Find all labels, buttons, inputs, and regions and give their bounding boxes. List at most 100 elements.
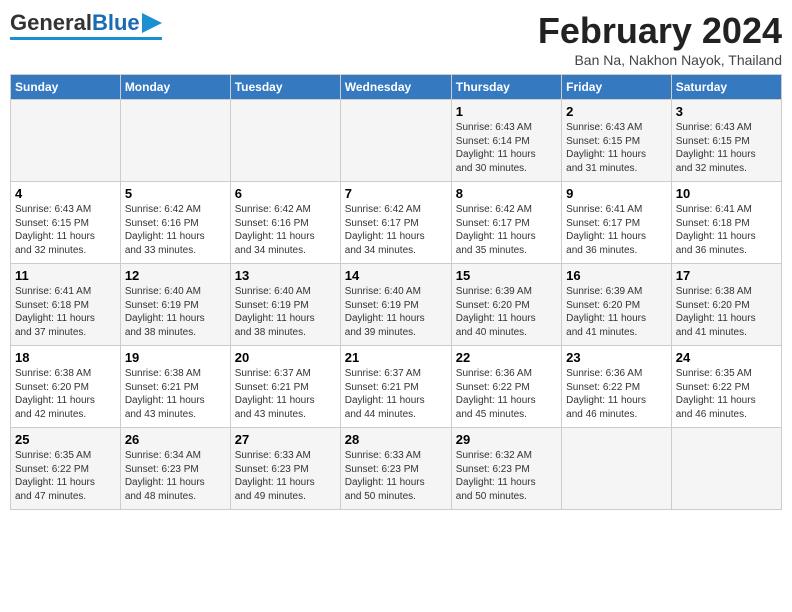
day-number: 22 [456, 350, 557, 365]
calendar-cell: 22 Sunrise: 6:36 AM Sunset: 6:22 PM Dayli… [451, 346, 561, 428]
calendar-cell: 18Sunrise: 6:38 AM Sunset: 6:20 PM Dayli… [11, 346, 121, 428]
calendar-cell [120, 100, 230, 182]
calendar-cell: 20 Sunrise: 6:37 AM Sunset: 6:21 PM Dayli… [230, 346, 340, 428]
day-info: Sunrise: 6:42 AM Sunset: 6:17 PM Dayligh… [456, 203, 557, 257]
day-info: Sunrise: 6:35 AM Sunset: 6:22 PM Dayligh… [15, 449, 116, 503]
day-number: 20 [235, 350, 336, 365]
day-number: 4 [15, 186, 116, 201]
col-header-monday: Monday [120, 75, 230, 100]
calendar-cell: 15 Sunrise: 6:39 AM Sunset: 6:20 PM Dayli… [451, 264, 561, 346]
calendar-table: SundayMondayTuesdayWednesdayThursdayFrid… [10, 74, 782, 510]
calendar-cell: 27 Sunrise: 6:33 AM Sunset: 6:23 PM Dayli… [230, 428, 340, 510]
calendar-cell: 11 Sunrise: 6:41 AM Sunset: 6:18 PM Dayli… [11, 264, 121, 346]
col-header-sunday: Sunday [11, 75, 121, 100]
day-number: 11 [15, 268, 116, 283]
calendar-cell: 12 Sunrise: 6:40 AM Sunset: 6:19 PM Dayli… [120, 264, 230, 346]
day-info: Sunrise: 6:33 AM Sunset: 6:23 PM Dayligh… [345, 449, 447, 503]
day-info: Sunrise: 6:41 AM Sunset: 6:18 PM Dayligh… [15, 285, 116, 339]
day-number: 29 [456, 432, 557, 447]
day-number: 3 [676, 104, 777, 119]
day-info: Sunrise: 6:35 AM Sunset: 6:22 PM Dayligh… [676, 367, 777, 421]
day-info: Sunrise: 6:42 AM Sunset: 6:16 PM Dayligh… [125, 203, 226, 257]
calendar-cell [230, 100, 340, 182]
calendar-cell: 9 Sunrise: 6:41 AM Sunset: 6:17 PM Daylig… [562, 182, 672, 264]
day-info: Sunrise: 6:41 AM Sunset: 6:17 PM Dayligh… [566, 203, 667, 257]
day-number: 14 [345, 268, 447, 283]
day-number: 13 [235, 268, 336, 283]
day-number: 25 [15, 432, 116, 447]
day-number: 6 [235, 186, 336, 201]
calendar-cell: 21 Sunrise: 6:37 AM Sunset: 6:21 PM Dayli… [340, 346, 451, 428]
calendar-cell: 17 Sunrise: 6:38 AM Sunset: 6:20 PM Dayli… [671, 264, 781, 346]
day-info: Sunrise: 6:42 AM Sunset: 6:17 PM Dayligh… [345, 203, 447, 257]
calendar-cell: 29 Sunrise: 6:32 AM Sunset: 6:23 PM Dayli… [451, 428, 561, 510]
col-header-wednesday: Wednesday [340, 75, 451, 100]
calendar-cell: 25 Sunrise: 6:35 AM Sunset: 6:22 PM Dayli… [11, 428, 121, 510]
page-header: GeneralBlue February 2024 Ban Na, Nakhon… [10, 10, 782, 68]
day-number: 2 [566, 104, 667, 119]
calendar-cell: 13 Sunrise: 6:40 AM Sunset: 6:19 PM Dayli… [230, 264, 340, 346]
day-number: 12 [125, 268, 226, 283]
day-number: 16 [566, 268, 667, 283]
day-info: Sunrise: 6:43 AM Sunset: 6:14 PM Dayligh… [456, 121, 557, 175]
day-info: Sunrise: 6:33 AM Sunset: 6:23 PM Dayligh… [235, 449, 336, 503]
day-number: 7 [345, 186, 447, 201]
calendar-cell: 4 Sunrise: 6:43 AM Sunset: 6:15 PM Daylig… [11, 182, 121, 264]
day-number: 1 [456, 104, 557, 119]
calendar-cell [340, 100, 451, 182]
day-number: 21 [345, 350, 447, 365]
day-info: Sunrise: 6:40 AM Sunset: 6:19 PM Dayligh… [235, 285, 336, 339]
calendar-cell: 8Sunrise: 6:42 AM Sunset: 6:17 PM Daylig… [451, 182, 561, 264]
title-area: February 2024 Ban Na, Nakhon Nayok, Thai… [538, 10, 782, 68]
logo-general: GeneralBlue [10, 10, 140, 36]
calendar-cell: 10 Sunrise: 6:41 AM Sunset: 6:18 PM Dayli… [671, 182, 781, 264]
day-info: Sunrise: 6:36 AM Sunset: 6:22 PM Dayligh… [456, 367, 557, 421]
day-info: Sunrise: 6:43 AM Sunset: 6:15 PM Dayligh… [676, 121, 777, 175]
day-info: Sunrise: 6:41 AM Sunset: 6:18 PM Dayligh… [676, 203, 777, 257]
calendar-cell: 19 Sunrise: 6:38 AM Sunset: 6:21 PM Dayli… [120, 346, 230, 428]
day-info: Sunrise: 6:37 AM Sunset: 6:21 PM Dayligh… [345, 367, 447, 421]
location: Ban Na, Nakhon Nayok, Thailand [538, 52, 782, 68]
day-info: Sunrise: 6:38 AM Sunset: 6:21 PM Dayligh… [125, 367, 226, 421]
day-info: Sunrise: 6:39 AM Sunset: 6:20 PM Dayligh… [566, 285, 667, 339]
day-number: 27 [235, 432, 336, 447]
day-info: Sunrise: 6:38 AM Sunset: 6:20 PM Dayligh… [676, 285, 777, 339]
calendar-cell: 16 Sunrise: 6:39 AM Sunset: 6:20 PM Dayli… [562, 264, 672, 346]
logo: GeneralBlue [10, 10, 162, 40]
day-number: 15 [456, 268, 557, 283]
day-number: 17 [676, 268, 777, 283]
col-header-thursday: Thursday [451, 75, 561, 100]
col-header-friday: Friday [562, 75, 672, 100]
logo-arrow-icon [142, 13, 162, 33]
col-header-saturday: Saturday [671, 75, 781, 100]
calendar-cell: 6Sunrise: 6:42 AM Sunset: 6:16 PM Daylig… [230, 182, 340, 264]
day-number: 28 [345, 432, 447, 447]
calendar-cell: 24 Sunrise: 6:35 AM Sunset: 6:22 PM Dayli… [671, 346, 781, 428]
calendar-cell: 14 Sunrise: 6:40 AM Sunset: 6:19 PM Dayli… [340, 264, 451, 346]
day-number: 9 [566, 186, 667, 201]
calendar-cell: 23 Sunrise: 6:36 AM Sunset: 6:22 PM Dayli… [562, 346, 672, 428]
day-info: Sunrise: 6:34 AM Sunset: 6:23 PM Dayligh… [125, 449, 226, 503]
day-number: 23 [566, 350, 667, 365]
day-number: 5 [125, 186, 226, 201]
calendar-cell: 28 Sunrise: 6:33 AM Sunset: 6:23 PM Dayli… [340, 428, 451, 510]
col-header-tuesday: Tuesday [230, 75, 340, 100]
calendar-cell [562, 428, 672, 510]
calendar-cell: 3 Sunrise: 6:43 AM Sunset: 6:15 PM Daylig… [671, 100, 781, 182]
day-number: 10 [676, 186, 777, 201]
day-info: Sunrise: 6:43 AM Sunset: 6:15 PM Dayligh… [566, 121, 667, 175]
day-info: Sunrise: 6:39 AM Sunset: 6:20 PM Dayligh… [456, 285, 557, 339]
calendar-cell: 5 Sunrise: 6:42 AM Sunset: 6:16 PM Daylig… [120, 182, 230, 264]
day-info: Sunrise: 6:36 AM Sunset: 6:22 PM Dayligh… [566, 367, 667, 421]
calendar-cell [671, 428, 781, 510]
day-info: Sunrise: 6:37 AM Sunset: 6:21 PM Dayligh… [235, 367, 336, 421]
day-info: Sunrise: 6:32 AM Sunset: 6:23 PM Dayligh… [456, 449, 557, 503]
day-info: Sunrise: 6:43 AM Sunset: 6:15 PM Dayligh… [15, 203, 116, 257]
day-info: Sunrise: 6:40 AM Sunset: 6:19 PM Dayligh… [125, 285, 226, 339]
month-year: February 2024 [538, 10, 782, 52]
calendar-cell [11, 100, 121, 182]
calendar-cell: 7 Sunrise: 6:42 AM Sunset: 6:17 PM Daylig… [340, 182, 451, 264]
day-info: Sunrise: 6:40 AM Sunset: 6:19 PM Dayligh… [345, 285, 447, 339]
day-number: 24 [676, 350, 777, 365]
day-number: 19 [125, 350, 226, 365]
